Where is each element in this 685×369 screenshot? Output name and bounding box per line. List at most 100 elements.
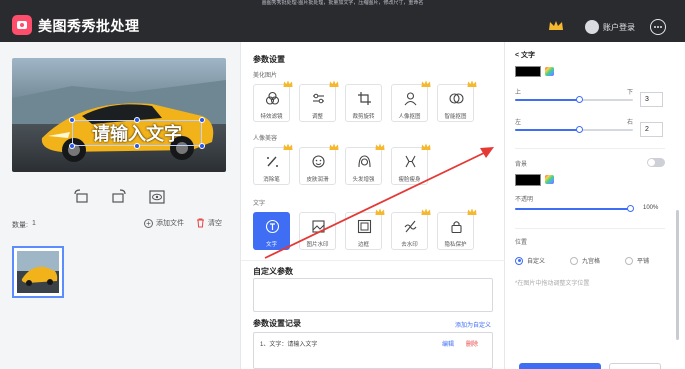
slim-icon [405, 155, 416, 168]
app-title: 美图秀秀批处理 [38, 18, 140, 34]
tool-label: 调整 [311, 114, 323, 120]
tool-cutout[interactable]: 人像抠图 [391, 80, 431, 122]
tool-privacy[interactable]: 隐私保护 [437, 208, 477, 250]
tool-crop[interactable]: 裁剪旋转 [345, 84, 382, 122]
custom-params-box[interactable] [253, 278, 493, 312]
avatar[interactable] [585, 20, 599, 34]
vip-crown-icon [467, 80, 477, 87]
add-file-button[interactable]: + 添加文件 [144, 218, 184, 228]
text-settings-panel: < 文字 上 下 3 左 右 2 背景 不透明 100% 位置 自定义 九宫格 平铺 [505, 42, 685, 369]
quantity-label: 数量: [12, 222, 28, 229]
opacity-slider[interactable] [515, 205, 634, 212]
background-label: 背景 [515, 162, 528, 168]
record-edit-link[interactable]: 编辑 [442, 339, 454, 348]
vip-crown-icon [329, 80, 339, 87]
tool-skin[interactable]: 皮肤润滑 [299, 143, 339, 185]
trash-icon [197, 218, 204, 228]
back-to-text[interactable]: < 文字 [515, 50, 535, 60]
slider-knob[interactable] [627, 205, 634, 212]
resize-handle[interactable] [69, 143, 75, 149]
preview-toolbar [0, 188, 240, 208]
horizontal-offset-slider[interactable] [515, 126, 633, 133]
vip-crown-icon [421, 208, 431, 215]
text-color-swatch[interactable] [515, 66, 541, 77]
clear-label: 清空 [208, 220, 222, 227]
slider-knob[interactable] [575, 96, 583, 103]
radio-label: 自定义 [527, 259, 546, 265]
resize-handle[interactable] [134, 143, 140, 149]
tool-eraser[interactable]: 消除笔 [253, 143, 293, 185]
divider [241, 260, 506, 261]
image-preview[interactable]: 请输入文字 [12, 58, 226, 172]
clear-button[interactable]: 清空 [196, 218, 222, 228]
vertical-offset-input[interactable]: 3 [640, 92, 663, 107]
add-icon: + [144, 218, 153, 228]
left-panel: 请输入文字 数量: 1 + 添加文件 清空 [0, 42, 240, 369]
tool-label: 边框 [357, 242, 369, 248]
slider-knob[interactable] [575, 126, 583, 133]
record-box: 1、文字：请输入文字 编辑 删除 [253, 332, 493, 369]
params-panel: 参数设置 美化图片 特效滤镜 调整 裁剪旋转 人像抠图 智能抠图 人像美容 消除笔 皮肤润… [240, 42, 506, 369]
vip-crown-icon [329, 143, 339, 150]
tool-adjust[interactable]: 调整 [299, 80, 339, 122]
color-palette-icon[interactable] [545, 175, 554, 184]
slider-fill [515, 208, 631, 210]
tool-slim[interactable]: 瘦脸瘦身 [391, 143, 431, 185]
resize-handle[interactable] [199, 143, 205, 149]
vertical-offset-slider[interactable] [515, 96, 633, 103]
tool-label: 去水印 [401, 242, 418, 248]
rotate-right-icon[interactable] [110, 188, 128, 206]
up-label: 上 [515, 90, 522, 96]
tool-label: 人像抠图 [398, 114, 421, 120]
preview-eye-icon[interactable] [148, 188, 166, 206]
text-icon [265, 219, 280, 234]
image-thumbnail[interactable] [12, 246, 64, 298]
tool-smart-cutout[interactable]: 智能抠图 [437, 80, 477, 122]
resize-handle[interactable] [69, 117, 75, 123]
params-title: 参数设置 [253, 55, 285, 64]
slider-fill [515, 129, 580, 131]
tool-label: 头发增强 [352, 177, 375, 183]
secondary-button[interactable] [609, 363, 661, 369]
tool-label: 图片水印 [306, 242, 329, 248]
radio-dot[interactable] [515, 256, 523, 265]
custom-params-title: 自定义参数 [253, 267, 293, 276]
tool-hair[interactable]: 头发增强 [345, 143, 385, 185]
radio-dot[interactable] [570, 256, 578, 265]
opacity-value: 100% [643, 205, 659, 211]
vip-crown-icon[interactable] [548, 20, 564, 32]
tool-remove-watermark[interactable]: 去水印 [391, 208, 431, 250]
rotate-left-icon[interactable] [72, 188, 90, 206]
resize-handle[interactable] [199, 117, 205, 123]
car-image [12, 58, 226, 172]
tool-text[interactable]: 文字 [253, 212, 290, 250]
tool-image-watermark[interactable]: 图片水印 [299, 212, 336, 250]
right-panel-scrollbar[interactable] [676, 210, 679, 340]
color-palette-icon[interactable] [545, 67, 554, 76]
radio-dot[interactable] [625, 256, 633, 265]
tool-label: 皮肤润滑 [306, 177, 329, 183]
tool-label: 裁剪旋转 [352, 114, 375, 120]
quantity-value: 1 [32, 220, 36, 227]
add-custom-link[interactable]: 添加为自定义 [455, 320, 491, 329]
background-toggle[interactable] [647, 158, 665, 167]
record-delete-link[interactable]: 删除 [466, 339, 478, 348]
position-radio[interactable]: 九宫格 [570, 256, 600, 265]
login-link[interactable]: 账户登录 [603, 22, 635, 33]
left-label: 左 [515, 120, 522, 126]
background-color-swatch[interactable] [515, 174, 541, 186]
more-menu-button[interactable] [650, 19, 666, 35]
resize-handle[interactable] [134, 117, 140, 123]
top-strip-text: 画图秀秀批处理·图片批处理，批量加文字，压缩图片，修改尺寸，重命名 [261, 0, 424, 6]
tool-border[interactable]: 边框 [345, 208, 385, 250]
group-text-label: 文字 [253, 201, 266, 207]
position-radio[interactable]: 自定义 [515, 256, 545, 265]
skin-icon [312, 155, 325, 168]
tool-label: 消除笔 [263, 177, 280, 183]
tool-filter[interactable]: 特效滤镜 [253, 80, 293, 122]
apply-button[interactable] [519, 363, 601, 369]
vip-crown-icon [467, 208, 477, 215]
position-radio[interactable]: 平铺 [625, 256, 649, 265]
down-label: 下 [627, 90, 634, 96]
horizontal-offset-input[interactable]: 2 [640, 122, 663, 137]
